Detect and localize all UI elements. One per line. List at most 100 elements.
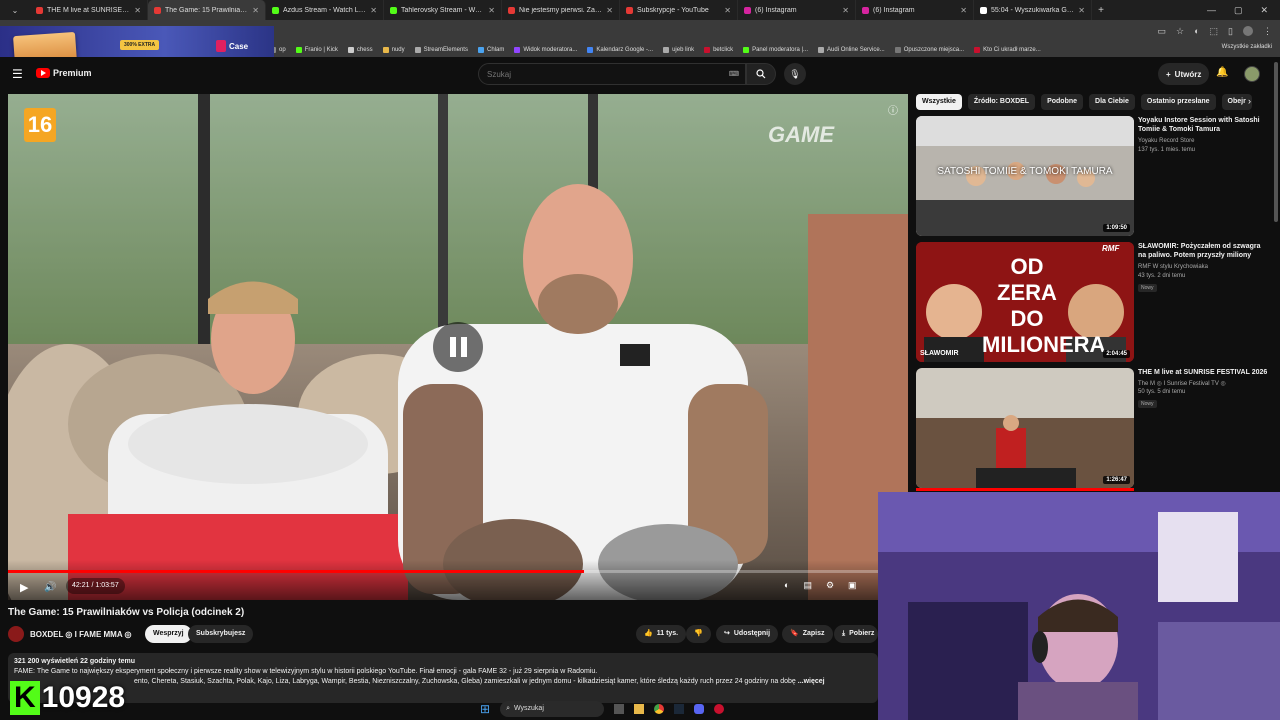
bookmark-item[interactable]: Kalendarz Google -...	[587, 46, 653, 53]
browser-tab[interactable]: Azdus Stream - Watch Live on✕	[266, 0, 384, 20]
taskbar-search[interactable]: ⌕ Wyszukaj	[500, 700, 605, 717]
app-icon[interactable]	[714, 703, 725, 714]
bookmark-item[interactable]: Chlam	[477, 46, 504, 53]
description-box[interactable]: 321 200 wyświetleń 22 godziny temu FAME:…	[8, 653, 878, 703]
save-button[interactable]: 🔖 Zapisz	[782, 625, 833, 643]
file-explorer-icon[interactable]	[634, 703, 645, 714]
bookmark-item[interactable]: Kto Ci ukradł marze...	[974, 46, 1041, 53]
menu-icon[interactable]: ⋮	[1263, 26, 1272, 37]
download-button[interactable]: ⤓ Pobierz	[834, 625, 879, 643]
recommendation-item[interactable]: OD ZERA DO MILIONERA SŁAWOMIR RMF 2:04:4…	[916, 242, 1272, 364]
share-button[interactable]: ↪ Udostępnij	[716, 625, 779, 643]
settings-icon[interactable]: ⚙	[826, 580, 834, 591]
tab-close-icon[interactable]: ✕	[252, 6, 259, 15]
youtube-logo[interactable]: Premium	[36, 68, 92, 78]
bookmark-item[interactable]: chess	[347, 46, 373, 53]
subtitles-icon[interactable]: ▤	[803, 580, 812, 591]
tab-close-icon[interactable]: ✕	[134, 6, 141, 15]
dislike-button[interactable]: 👎	[686, 625, 711, 643]
new-tab-icon[interactable]: +	[1092, 5, 1110, 16]
recommendation-channel[interactable]: RMF W stylu Krychowiaka	[1138, 264, 1208, 270]
sidebar-icon[interactable]: ▯	[1228, 26, 1233, 37]
recommendation-title[interactable]: THE M live at SUNRISE FESTIVAL 2026	[1138, 368, 1268, 377]
close-window-icon[interactable]: ✕	[1260, 5, 1268, 16]
tab-close-icon[interactable]: ✕	[370, 6, 377, 15]
filter-chip[interactable]: Wszystkie	[916, 94, 962, 110]
puzzle-icon[interactable]: ⬚	[1210, 26, 1219, 37]
support-button[interactable]: Wesprzyj	[145, 625, 192, 643]
browser-tab[interactable]: Nie jesteśmy pierwsi. Zaawans ✕	[502, 0, 620, 20]
tab-close-icon[interactable]: ✕	[606, 6, 613, 15]
bookmark-item[interactable]: Opuszczone miejsca...	[894, 46, 964, 53]
recommendation-item[interactable]: SATOSHI TOMIIE & TOMOKI TAMURA 1:09:50 Y…	[916, 116, 1272, 238]
extension-icon[interactable]: ◐	[1194, 26, 1199, 36]
windows-start-icon[interactable]: ⊞	[480, 702, 490, 716]
bookmark-item[interactable]: nudy	[382, 46, 405, 53]
hamburger-menu-icon[interactable]: ☰	[12, 67, 23, 81]
bookmark-item[interactable]: StreamElements	[414, 46, 468, 53]
minimize-icon[interactable]: —	[1207, 5, 1216, 15]
cast-icon[interactable]: ▭	[1158, 26, 1167, 37]
play-icon[interactable]: ▶	[20, 581, 28, 594]
profile-icon[interactable]	[1243, 26, 1253, 36]
tab-close-icon[interactable]: ✕	[960, 6, 967, 15]
video-player[interactable]: 16 GAME ⓘ ▶ 🔊 42:21 / 1:03:57 ◐ ▤ ⚙ ▣	[8, 94, 908, 600]
channel-name[interactable]: BOXDEL ◎ I FAME MMA ◎	[30, 630, 132, 639]
browser-tab[interactable]: Subskrypcje - YouTube ✕	[620, 0, 738, 20]
search-box[interactable]: ⌨	[478, 63, 746, 85]
miniplayer-icon[interactable]: ▣	[848, 580, 857, 591]
browser-tab[interactable]: Tahlerovsky Stream - Watch Li✕	[384, 0, 502, 20]
recommendation-title[interactable]: SŁAWOMIR: Pożyczałem od szwagra na paliw…	[1138, 242, 1268, 260]
pause-overlay-icon[interactable]	[433, 322, 483, 372]
browser-tab[interactable]: The Game: 15 Prawilniaków ✕	[148, 0, 266, 20]
bookmark-item[interactable]: Audi Online Service...	[818, 46, 885, 53]
channel-avatar[interactable]	[8, 626, 24, 642]
chrome-icon[interactable]	[654, 703, 665, 714]
filter-chip[interactable]: Ostatnio przesłane	[1140, 94, 1216, 110]
filter-chip[interactable]: Dla Ciebie	[1089, 94, 1135, 110]
browser-tab[interactable]: (6) Instagram ✕	[738, 0, 856, 20]
mic-icon[interactable]: 🎙	[784, 63, 806, 85]
bookmark-item[interactable]: Widok moderatora...	[514, 46, 577, 53]
avatar[interactable]	[1244, 66, 1260, 82]
browser-tab[interactable]: 55:04 - Wyszukiwarka Google✕	[974, 0, 1092, 20]
star-icon[interactable]: ☆	[1176, 26, 1184, 37]
bookmark-item[interactable]: ujeb link	[663, 46, 694, 53]
search-button[interactable]	[746, 63, 776, 85]
subscribe-button[interactable]: Subskrybujesz	[188, 625, 254, 643]
ad-brand: Case	[229, 41, 249, 51]
chips-next-icon[interactable]: ›	[1248, 96, 1251, 106]
tab-close-icon[interactable]: ✕	[488, 6, 495, 15]
keyboard-icon[interactable]: ⌨	[729, 70, 739, 78]
browser-tab[interactable]: (6) Instagram ✕	[856, 0, 974, 20]
autoplay-toggle-icon[interactable]: ◐	[784, 580, 789, 591]
tab-close-icon[interactable]: ✕	[842, 6, 849, 15]
scrollbar[interactable]	[1274, 62, 1278, 222]
task-view-icon[interactable]	[614, 703, 625, 714]
filter-chip[interactable]: Podobne	[1041, 94, 1084, 110]
maximize-icon[interactable]: ▢	[1234, 5, 1243, 16]
recommendation-channel[interactable]: Yoyaku Record Store	[1138, 138, 1194, 144]
notifications-icon[interactable]: 🔔	[1216, 67, 1228, 78]
volume-icon[interactable]: 🔊	[44, 582, 56, 593]
show-more-link[interactable]: ...więcej	[798, 678, 825, 685]
tab-close-icon[interactable]: ✕	[1078, 6, 1085, 15]
discord-icon[interactable]	[694, 703, 705, 714]
search-input[interactable]	[487, 69, 707, 79]
bookmark-item[interactable]: betclick	[704, 46, 733, 53]
filter-chip[interactable]: Źródło: BOXDEL	[967, 94, 1036, 110]
progress-bar[interactable]	[8, 570, 878, 573]
tab-search-icon[interactable]: ⌄	[0, 6, 30, 15]
all-bookmarks[interactable]: Wszystkie zakładki	[1222, 44, 1272, 50]
recommendation-title[interactable]: Yoyaku Instore Session with Satoshi Tomi…	[1138, 116, 1268, 134]
recommendation-channel[interactable]: The M ◎ I Sunrise Festival TV ◎	[1138, 380, 1226, 387]
recommendation-item[interactable]: 1:26:47 THE M live at SUNRISE FESTIVAL 2…	[916, 368, 1272, 490]
tab-close-icon[interactable]: ✕	[724, 6, 731, 15]
like-button[interactable]: 👍 11 tys.	[636, 625, 687, 643]
create-button[interactable]: + Utwórz	[1158, 63, 1210, 85]
bookmark-item[interactable]: Panel moderatora |...	[743, 46, 808, 53]
steam-icon[interactable]	[674, 703, 685, 714]
info-icon[interactable]: ⓘ	[888, 102, 898, 117]
browser-tab[interactable]: THE M live at SUNRISE FESTIVAL ✕	[30, 0, 148, 20]
bookmark-item[interactable]: Franio | Kick	[295, 46, 338, 53]
